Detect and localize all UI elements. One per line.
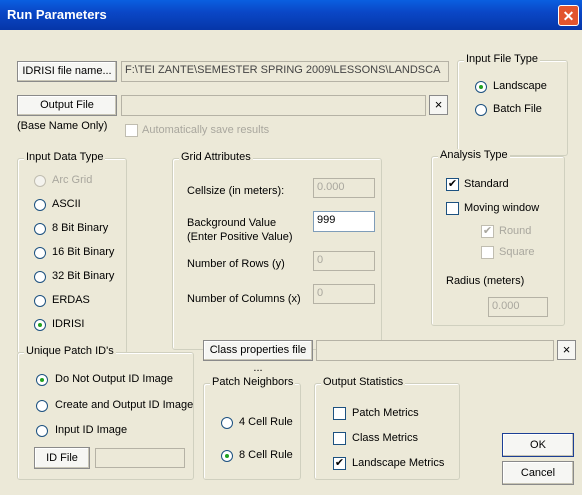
id-file-button[interactable]: ID File [34, 447, 90, 469]
close-button[interactable]: ✕ [558, 5, 579, 26]
radio-create-output-id[interactable] [36, 400, 48, 412]
output-file-field[interactable] [121, 95, 426, 116]
radio-erdas-label: ERDAS [52, 294, 90, 306]
radio-batch-file-label: Batch File [493, 103, 542, 115]
standard-checkbox[interactable]: ✔ [446, 178, 459, 191]
background-value-label: Background Value [187, 217, 277, 229]
cellsize-label: Cellsize (in meters): [187, 185, 285, 197]
square-checkbox[interactable] [481, 246, 494, 259]
rows-field[interactable]: 0 [313, 251, 375, 271]
radio-4-cell-rule[interactable] [221, 417, 233, 429]
radius-field[interactable]: 0.000 [488, 297, 548, 317]
columns-label: Number of Columns (x) [187, 293, 301, 305]
moving-window-checkbox[interactable] [446, 202, 459, 215]
base-name-note: (Base Name Only) [17, 120, 108, 132]
input-data-type-group: Input Data Type Arc Grid ASCII 8 Bit Bin… [17, 151, 127, 354]
radio-ascii[interactable] [34, 199, 46, 211]
input-data-type-title: Input Data Type [24, 151, 106, 163]
radio-8bit-label: 8 Bit Binary [52, 222, 109, 234]
radio-arc-grid-label: Arc Grid [52, 174, 93, 186]
radius-label: Radius (meters) [446, 275, 525, 287]
radio-16bit[interactable] [34, 247, 46, 259]
output-statistics-title: Output Statistics [321, 376, 406, 388]
radio-arc-grid[interactable] [34, 175, 46, 187]
patch-metrics-label: Patch Metrics [352, 407, 419, 419]
class-metrics-label: Class Metrics [352, 432, 419, 444]
radio-idrisi-label: IDRISI [52, 318, 85, 330]
patch-neighbors-group: Patch Neighbors 4 Cell Rule 8 Cell Rule [203, 376, 301, 480]
patch-neighbors-title: Patch Neighbors [210, 376, 296, 388]
radio-4-cell-rule-label: 4 Cell Rule [239, 416, 293, 428]
unique-patch-ids-group: Unique Patch ID's Do Not Output ID Image… [17, 345, 194, 480]
title-bar: Run Parameters ✕ [0, 0, 582, 30]
patch-metrics-checkbox[interactable] [333, 407, 346, 420]
radio-create-output-id-label: Create and Output ID Image [55, 399, 194, 411]
auto-save-checkbox[interactable] [125, 124, 138, 137]
round-label: Round [499, 225, 532, 237]
auto-save-label: Automatically save results [142, 124, 270, 136]
radio-batch-file[interactable] [475, 104, 487, 116]
class-properties-file-field[interactable] [316, 340, 554, 361]
radio-idrisi[interactable] [34, 319, 46, 331]
landscape-metrics-label: Landscape Metrics [352, 457, 445, 469]
rows-label: Number of Rows (y) [187, 258, 285, 270]
radio-do-not-output-id[interactable] [36, 374, 48, 386]
radio-landscape-label: Landscape [493, 80, 547, 92]
clear-class-properties-button[interactable]: × [557, 340, 576, 360]
window-title: Run Parameters [7, 7, 107, 22]
clear-output-file-button[interactable]: × [429, 95, 448, 115]
moving-window-label: Moving window [464, 202, 540, 214]
square-label: Square [499, 246, 535, 258]
cancel-button[interactable]: Cancel [502, 461, 574, 485]
radio-input-id-image-label: Input ID Image [55, 424, 128, 436]
radio-8bit[interactable] [34, 223, 46, 235]
radio-landscape[interactable] [475, 81, 487, 93]
unique-patch-ids-title: Unique Patch ID's [24, 345, 116, 357]
landscape-metrics-checkbox[interactable]: ✔ [333, 457, 346, 470]
radio-erdas[interactable] [34, 295, 46, 307]
radio-input-id-image[interactable] [36, 425, 48, 437]
dialog-body: IDRISI file name... F:\TEI ZANTE\SEMESTE… [0, 30, 582, 495]
standard-label: Standard [464, 178, 509, 190]
radio-ascii-label: ASCII [52, 198, 81, 210]
radio-8-cell-rule[interactable] [221, 450, 233, 462]
radio-8-cell-rule-label: 8 Cell Rule [239, 449, 293, 461]
radio-do-not-output-id-label: Do Not Output ID Image [55, 373, 173, 385]
grid-attributes-group: Grid Attributes Cellsize (in meters): 0.… [172, 151, 382, 350]
output-file-button[interactable]: Output File [17, 95, 117, 116]
input-file-type-group: Input File Type Landscape Batch File [457, 53, 568, 156]
class-metrics-checkbox[interactable] [333, 432, 346, 445]
columns-field[interactable]: 0 [313, 284, 375, 304]
grid-attributes-title: Grid Attributes [179, 151, 253, 163]
analysis-type-group: Analysis Type ✔ Standard Moving window ✔… [431, 149, 565, 326]
radio-32bit-label: 32 Bit Binary [52, 270, 115, 282]
input-file-path-field[interactable]: F:\TEI ZANTE\SEMESTER SPRING 2009\LESSON… [121, 61, 449, 82]
class-properties-file-button[interactable]: Class properties file ... [203, 340, 313, 374]
id-file-field[interactable] [95, 448, 185, 468]
radio-16bit-label: 16 Bit Binary [52, 246, 115, 258]
round-checkbox[interactable]: ✔ [481, 225, 494, 238]
input-file-type-title: Input File Type [464, 53, 540, 65]
idrisi-file-name-button[interactable]: IDRISI file name... [17, 61, 117, 82]
analysis-type-title: Analysis Type [438, 149, 510, 161]
output-statistics-group: Output Statistics Patch Metrics Class Me… [314, 376, 460, 480]
background-value-hint: (Enter Positive Value) [187, 231, 293, 243]
background-value-field[interactable]: 999 [313, 211, 375, 232]
cellsize-field[interactable]: 0.000 [313, 178, 375, 198]
ok-button[interactable]: OK [502, 433, 574, 457]
radio-32bit[interactable] [34, 271, 46, 283]
